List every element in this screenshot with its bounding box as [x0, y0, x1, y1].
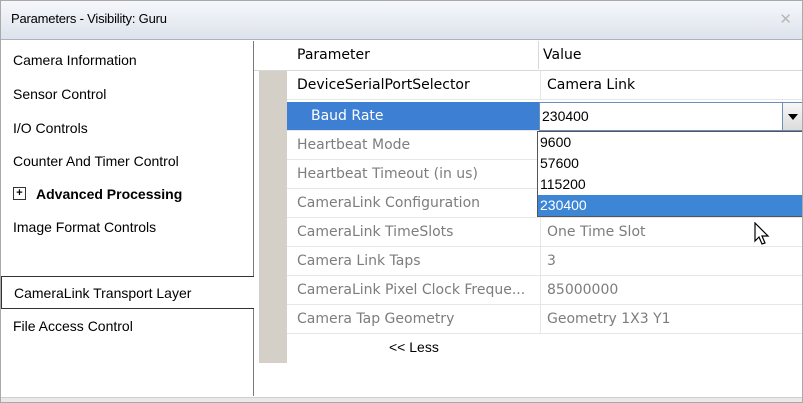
expand-icon[interactable]: +: [13, 186, 26, 200]
window-title: Parameters - Visibility: Guru: [11, 11, 167, 26]
category-label: Sensor Control: [13, 86, 107, 102]
baud-rate-combobox[interactable]: 230400: [539, 102, 802, 131]
close-icon[interactable]: ✕: [779, 10, 792, 28]
param-name: Baud Rate: [287, 102, 539, 130]
header-value: Value: [543, 47, 582, 63]
param-row[interactable]: CameraLink TimeSlots One Time Slot: [287, 218, 802, 247]
param-name: Heartbeat Timeout (in us): [297, 166, 478, 182]
header-parameter: Parameter: [297, 47, 370, 63]
category-label: Image Format Controls: [13, 219, 157, 235]
mouse-cursor-icon: [754, 222, 770, 245]
param-name: CameraLink Configuration: [297, 195, 481, 211]
horizontal-scrollbar[interactable]: [1, 397, 802, 402]
category-sensor-control[interactable]: Sensor Control: [1, 78, 253, 111]
category-file-access-control[interactable]: File Access Control: [1, 310, 253, 343]
category-list: Camera Information Sensor Control I/O Co…: [1, 41, 254, 396]
row-gutter: [259, 71, 287, 363]
less-link[interactable]: << Less: [389, 339, 439, 355]
category-label: I/O Controls: [13, 120, 88, 136]
category-image-format-controls[interactable]: Image Format Controls: [1, 211, 253, 244]
dropdown-option[interactable]: 57600: [538, 153, 802, 174]
param-name: Camera Tap Geometry: [297, 311, 455, 327]
chevron-down-icon: [788, 114, 798, 120]
category-advanced-processing[interactable]: + Advanced Processing: [1, 178, 253, 211]
dropdown-option-highlighted[interactable]: 230400: [538, 195, 802, 216]
category-label: CameraLink Transport Layer: [14, 285, 192, 301]
baud-rate-selected: 230400: [542, 108, 589, 124]
param-name: Heartbeat Mode: [297, 137, 411, 153]
baud-rate-dropdown-list: 9600 57600 115200 230400: [537, 131, 802, 217]
param-name: CameraLink Pixel Clock Freque...: [297, 282, 526, 298]
category-label: File Access Control: [13, 318, 133, 334]
header-divider[interactable]: [538, 41, 539, 69]
category-io-controls[interactable]: I/O Controls: [1, 112, 253, 145]
param-row[interactable]: CameraLink Pixel Clock Freque... 8500000…: [287, 276, 802, 305]
dropdown-option[interactable]: 9600: [538, 132, 802, 153]
param-value: 3: [540, 247, 802, 275]
category-counter-and-timer-control[interactable]: Counter And Timer Control: [1, 145, 253, 178]
param-value[interactable]: Camera Link: [540, 71, 802, 99]
category-camera-information[interactable]: Camera Information: [1, 44, 253, 77]
param-row[interactable]: DeviceSerialPortSelector Camera Link: [287, 71, 802, 100]
title-bar: Parameters - Visibility: Guru ✕: [1, 1, 802, 40]
parameters-window: Parameters - Visibility: Guru ✕ Camera I…: [0, 0, 803, 403]
param-value: Geometry 1X3 Y1: [540, 305, 802, 333]
param-name: Camera Link Taps: [297, 253, 421, 269]
category-label: Advanced Processing: [36, 186, 183, 202]
param-row[interactable]: Camera Tap Geometry Geometry 1X3 Y1: [287, 305, 802, 334]
grid-header: Parameter Value: [254, 41, 802, 71]
dropdown-option[interactable]: 115200: [538, 174, 802, 195]
param-value: 85000000: [540, 276, 802, 304]
category-cameralink-transport-layer[interactable]: CameraLink Transport Layer: [1, 276, 254, 309]
param-name: CameraLink TimeSlots: [297, 224, 454, 240]
dropdown-button[interactable]: [782, 103, 802, 130]
category-label: Counter And Timer Control: [13, 153, 179, 169]
param-row[interactable]: Camera Link Taps 3: [287, 247, 802, 276]
category-label: Camera Information: [13, 52, 137, 68]
param-name: DeviceSerialPortSelector: [297, 77, 470, 93]
